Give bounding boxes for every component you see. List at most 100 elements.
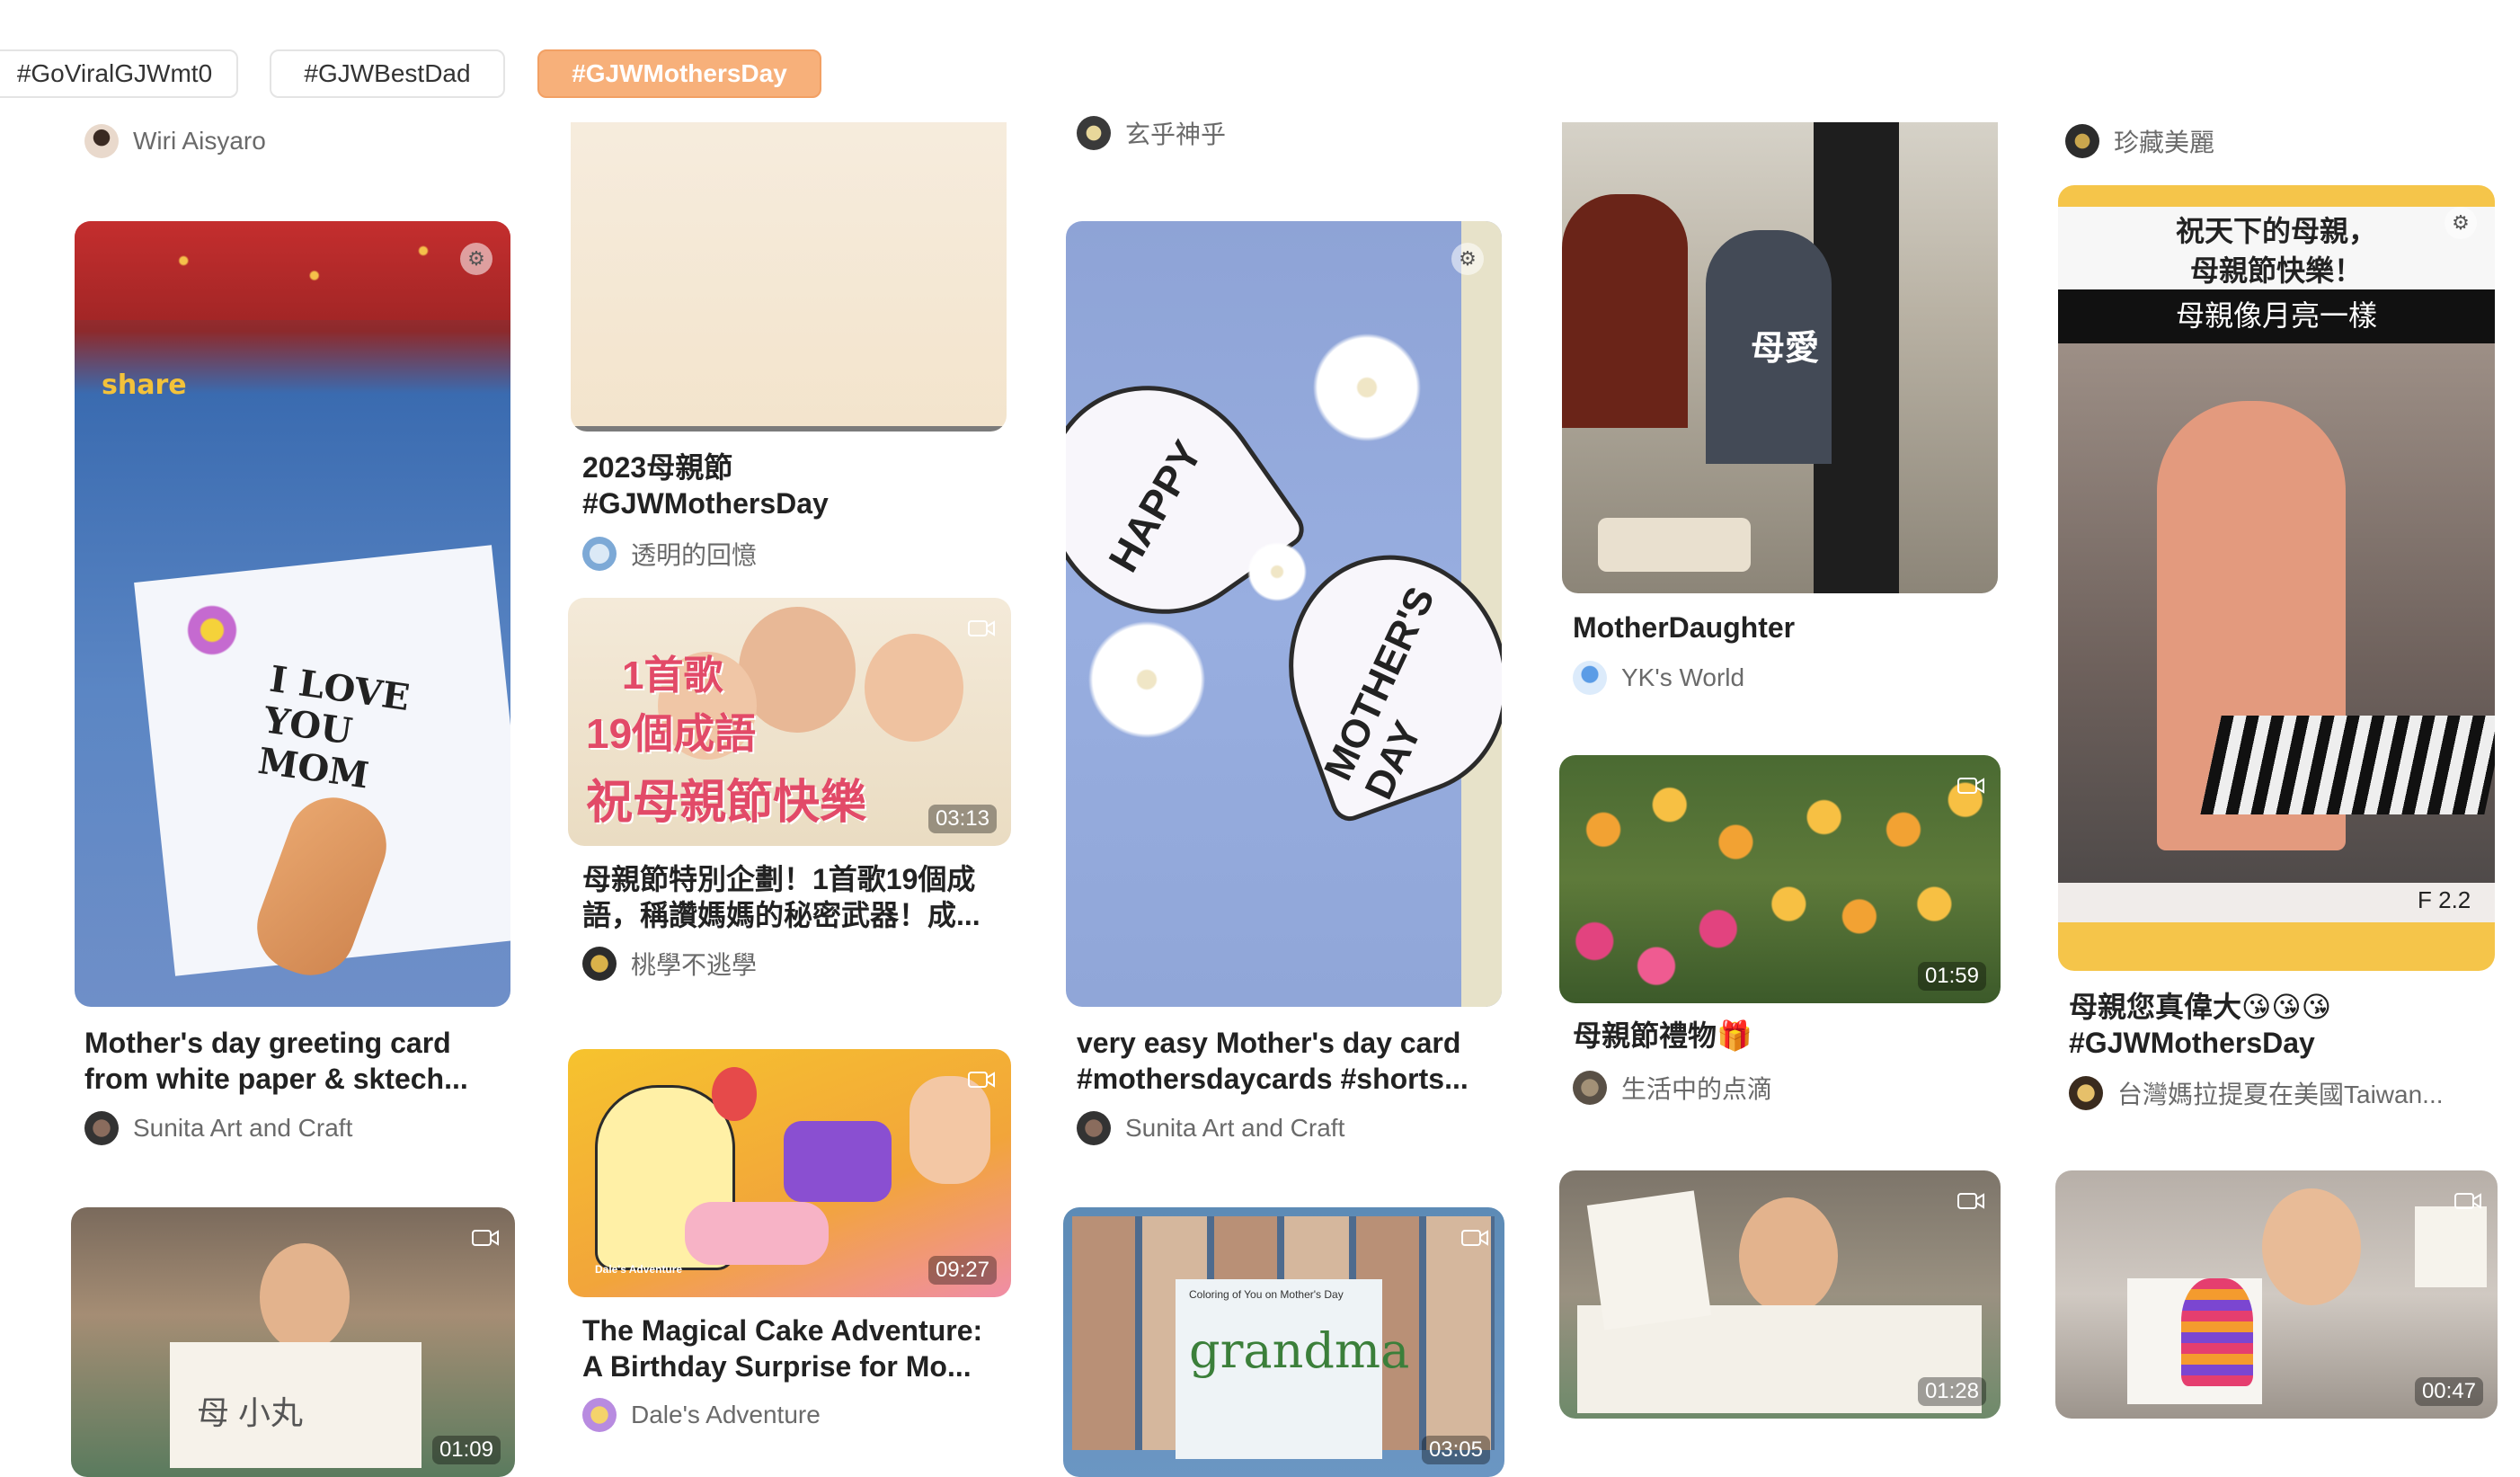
image-thumbnail[interactable] (571, 122, 1007, 432)
video-thumbnail[interactable]: 00:47 (2055, 1170, 2498, 1419)
table-plate (1598, 518, 1751, 572)
paper-card-left (1586, 1190, 1712, 1330)
overlay-caption: F 2.2 (2418, 886, 2471, 913)
title-line: #mothersdaycards #shorts... (1077, 1063, 1469, 1095)
video-camera-icon (2454, 1193, 2481, 1209)
video-camera-icon (1957, 778, 1984, 794)
video-thumbnail[interactable]: 祝天下的母親， 母親節快樂！ 母親像月亮一樣 F 2.2 ⚙ (2058, 185, 2495, 971)
author-row[interactable]: Wiri Aisyaro (84, 123, 266, 159)
card-title[interactable]: very easy Mother's day card #mothersdayc… (1077, 1025, 1508, 1097)
card-title[interactable]: MotherDaughter (1573, 609, 1995, 645)
author-name: 生活中的点滴 (1621, 1075, 1773, 1103)
title-line: The Magical Cake Adventure: (582, 1314, 983, 1347)
card-title[interactable]: 2023母親節 #GJWMothersDay (582, 449, 1005, 521)
child-face (260, 1243, 350, 1351)
author-name: Sunita Art and Craft (133, 1114, 353, 1142)
heart-left (1066, 342, 1311, 658)
duration-badge: 01:28 (1917, 1377, 1986, 1406)
paper-flower (1084, 617, 1210, 743)
card-title[interactable]: Mother's day greeting card from white pa… (84, 1025, 507, 1097)
card-title[interactable]: 母親您真偉大😘😘😘 #GJWMothersDay (2069, 989, 2500, 1061)
author-row[interactable]: 透明的回憶 (582, 536, 757, 572)
author-name: YK's World (1621, 663, 1745, 691)
settings-gear-icon[interactable]: ⚙ (2445, 207, 2477, 239)
avatar (1573, 661, 1607, 695)
thumbnail-bottom-border (571, 426, 1007, 432)
paper-flower (1246, 540, 1309, 603)
image-thumbnail[interactable]: 母愛 (1562, 122, 1998, 593)
overlay-caption: 19個成語 (586, 710, 757, 757)
video-thumbnail[interactable]: share I LOVE YOU MOM ⚙ (75, 221, 510, 1007)
video-thumbnail[interactable]: 01:28 (1559, 1170, 2001, 1419)
tag-gjwbestdad[interactable]: #GJWBestDad (270, 49, 505, 98)
avatar (1077, 116, 1111, 150)
book-title: grandma (1189, 1322, 1410, 1379)
card-title[interactable]: 母親節禮物🎁 (1573, 1018, 1995, 1054)
video-camera-icon (1957, 1193, 1984, 1209)
paper-flower (1309, 329, 1425, 446)
overlay-caption: 母親像月亮一樣 (2175, 299, 2377, 332)
avatar (1573, 1071, 1607, 1105)
author-row[interactable]: 玄乎神乎 (1077, 115, 1226, 151)
cartoon-cake (784, 1121, 892, 1202)
settings-gear-icon[interactable]: ⚙ (1451, 243, 1484, 275)
title-line: 語，稱讚媽媽的秘密武器！成... (582, 899, 980, 931)
cartoon-family (910, 1076, 990, 1184)
video-thumbnail[interactable]: 1首歌 19個成語 祝母親節快樂 03:13 (568, 598, 1011, 846)
title-line: 2023母親節 (582, 451, 733, 484)
cartoon-gift (685, 1202, 829, 1265)
child-face (1739, 1197, 1838, 1314)
settings-gear-icon[interactable]: ⚙ (460, 243, 492, 275)
paper-card-right (2415, 1206, 2487, 1287)
avatar (582, 537, 617, 571)
duration-badge: 03:05 (1421, 1436, 1490, 1464)
video-thumbnail[interactable]: HAPPY MOTHER'S DAY ⚙ (1066, 221, 1502, 1007)
video-thumbnail[interactable]: 01:59 (1559, 755, 2001, 1003)
author-row[interactable]: 桃學不逃學 (582, 946, 757, 982)
child-face (2262, 1188, 2361, 1305)
video-thumbnail[interactable]: 母 小丸 01:09 (71, 1207, 515, 1477)
duration-badge: 03:13 (927, 805, 997, 833)
overlay-caption: 祝天下的母親， (2175, 214, 2377, 248)
title-line: very easy Mother's day card (1077, 1027, 1461, 1059)
avatar (2065, 124, 2099, 158)
title-line: 母親您真偉大😘😘😘 (2069, 991, 2332, 1023)
person-face (739, 607, 856, 733)
tag-gjwmothersday[interactable]: #GJWMothersDay (537, 49, 821, 98)
tag-goviral[interactable]: #GoViralGJWmt0 (0, 49, 238, 98)
title-line: #GJWMothersDay (582, 487, 829, 520)
author-row[interactable]: Dale's Adventure (582, 1397, 821, 1433)
avatar (84, 1111, 119, 1145)
channel-logo: Dale's Adventure (595, 1263, 683, 1276)
handwritten-message: I LOVE YOU MOM (255, 657, 413, 797)
title-line: from white paper & sktech... (84, 1063, 468, 1095)
author-row[interactable]: 生活中的点滴 (1573, 1070, 1772, 1106)
video-thumbnail[interactable]: Coloring of You on Mother's Day grandma … (1063, 1207, 1504, 1477)
author-row[interactable]: 台灣媽拉提夏在美國Taiwan... (2069, 1075, 2444, 1111)
card-title[interactable]: 母親節特別企劃！1首歌19個成 語，稱讚媽媽的秘密武器！成... (582, 861, 1005, 933)
book-subtitle: Coloring of You on Mother's Day (1189, 1288, 1344, 1301)
woman-figure (1562, 194, 1688, 428)
duration-badge: 00:47 (2414, 1377, 2483, 1406)
author-row[interactable]: Sunita Art and Craft (84, 1110, 352, 1146)
video-thumbnail[interactable]: Dale's Adventure 09:27 (568, 1049, 1011, 1297)
author-row[interactable]: YK's World (1573, 660, 1744, 696)
author-name: 玄乎神乎 (1125, 120, 1227, 148)
author-name: Dale's Adventure (631, 1401, 821, 1428)
author-name: 桃學不逃學 (631, 951, 758, 979)
card-title[interactable]: The Magical Cake Adventure: A Birthday S… (582, 1312, 1014, 1384)
keyboard (2200, 716, 2495, 814)
avatar (2069, 1076, 2103, 1110)
duration-badge: 01:09 (431, 1436, 501, 1464)
author-name: 珍藏美麗 (2114, 129, 2215, 156)
author-row[interactable]: 珍藏美麗 (2065, 123, 2214, 159)
author-row[interactable]: Sunita Art and Craft (1077, 1110, 1344, 1146)
flower-drawing (181, 599, 244, 662)
author-name: 透明的回憶 (631, 541, 758, 569)
video-camera-icon (968, 1072, 995, 1088)
duration-badge: 01:59 (1917, 962, 1986, 991)
overlay-caption: 母親節快樂！ (2189, 254, 2363, 288)
title-line: A Birthday Surprise for Mo... (582, 1350, 972, 1383)
duration-badge: 09:27 (927, 1256, 997, 1285)
decor-lights (75, 221, 510, 320)
